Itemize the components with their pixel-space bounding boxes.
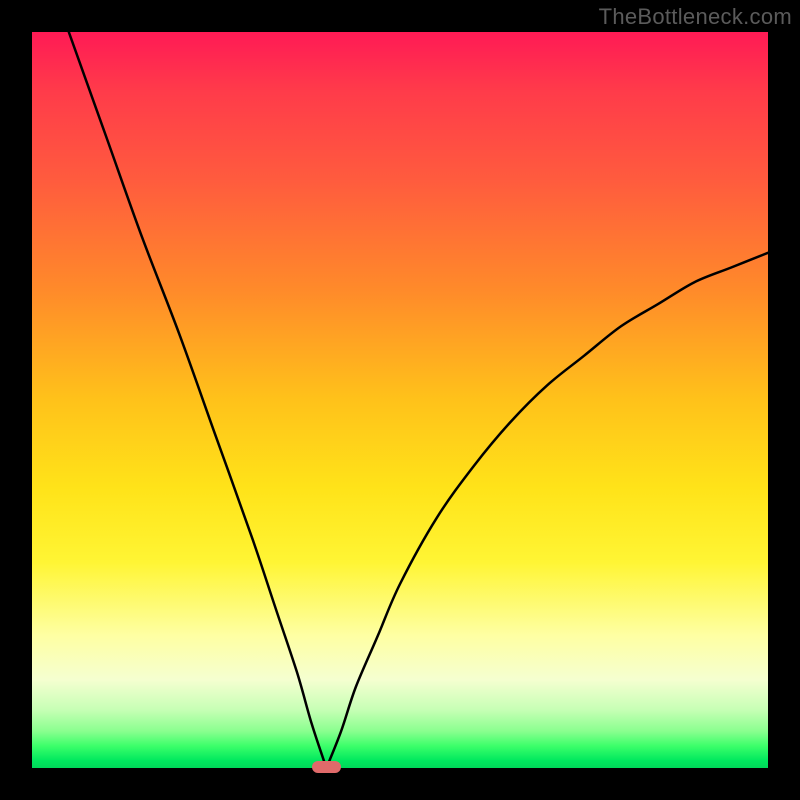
watermark-text: TheBottleneck.com bbox=[599, 4, 792, 30]
plot-area bbox=[32, 32, 768, 768]
bottleneck-curve bbox=[32, 32, 768, 768]
notch-marker bbox=[312, 761, 341, 772]
chart-frame: TheBottleneck.com bbox=[0, 0, 800, 800]
curve-left-branch bbox=[69, 32, 327, 768]
curve-right-branch bbox=[326, 253, 768, 768]
